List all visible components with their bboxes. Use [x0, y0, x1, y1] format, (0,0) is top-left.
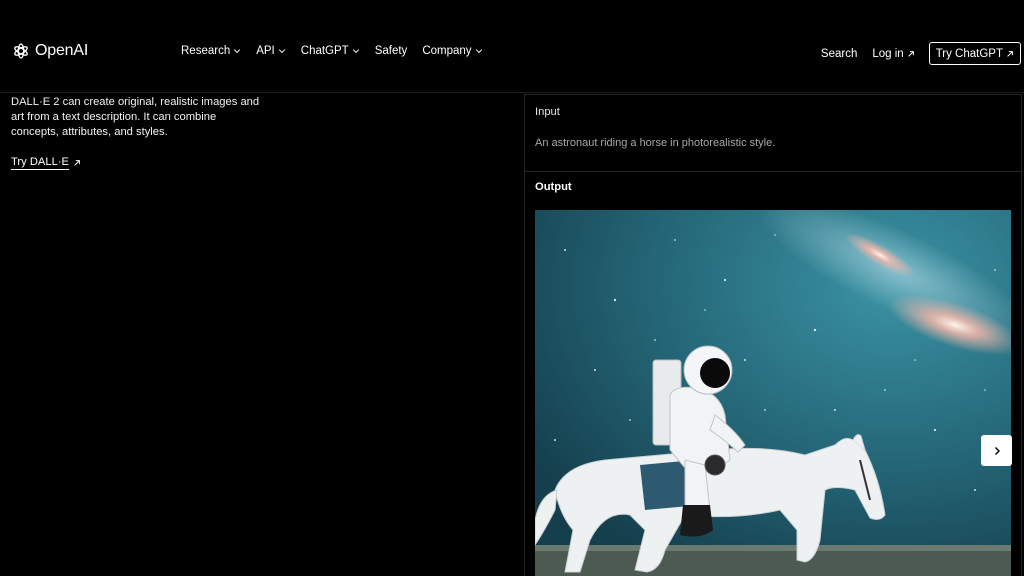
- nav-item-research[interactable]: Research: [181, 45, 241, 57]
- input-label: Input: [535, 106, 560, 118]
- nav-item-safety[interactable]: Safety: [375, 45, 408, 57]
- input-box: Input An astronaut riding a horse in pho…: [525, 94, 1021, 172]
- output-label: Output: [535, 181, 572, 193]
- nav-item-chatgpt[interactable]: ChatGPT: [301, 45, 360, 57]
- next-image-button[interactable]: [981, 435, 1012, 466]
- logo-text: OpenAI: [35, 42, 89, 59]
- chevron-down-icon: [278, 47, 286, 55]
- search-link[interactable]: Search: [821, 48, 857, 60]
- arrow-up-right-icon: [907, 50, 915, 58]
- chevron-down-icon: [352, 47, 360, 55]
- header-actions: Search Log in Try ChatGPT: [821, 42, 1021, 65]
- astronaut-riding-horse-image: [535, 210, 1011, 576]
- login-link[interactable]: Log in: [872, 48, 914, 60]
- openai-logo-icon: [11, 41, 31, 61]
- nav-item-label: Research: [181, 45, 231, 57]
- search-label: Search: [820, 47, 858, 60]
- try-dalle-label: Try DALL·E: [11, 156, 70, 170]
- try-dalle-link[interactable]: Try DALL·E: [11, 156, 81, 170]
- nav-item-api[interactable]: API: [256, 45, 286, 57]
- nav-item-company[interactable]: Company: [422, 45, 482, 57]
- arrow-up-right-icon: [1006, 50, 1014, 58]
- intro-description: DALL·E 2 can create original, realistic …: [11, 96, 260, 138]
- nav-item-label: Company: [422, 45, 472, 57]
- arrow-up-right-icon: [73, 159, 81, 167]
- input-prompt-text: An astronaut riding a horse in photoreal…: [535, 137, 776, 149]
- site-header: OpenAI Research API ChatGPT Safety Compa…: [0, 0, 1024, 93]
- try-chatgpt-label: Try ChatGPT: [935, 47, 1003, 60]
- nav-item-label: Safety: [374, 45, 408, 57]
- chevron-down-icon: [233, 47, 241, 55]
- login-label: Log in: [872, 47, 904, 60]
- try-chatgpt-button[interactable]: Try ChatGPT: [928, 42, 1021, 65]
- chevron-right-icon: [992, 446, 1002, 456]
- main-nav: Research API ChatGPT Safety Company: [181, 45, 483, 57]
- openai-logo-link[interactable]: OpenAI: [11, 41, 88, 61]
- dalle-demo-panel: Input An astronaut riding a horse in pho…: [524, 94, 1022, 576]
- chevron-down-icon: [475, 47, 483, 55]
- nav-item-label: ChatGPT: [300, 45, 349, 57]
- nav-item-label: API: [256, 45, 275, 57]
